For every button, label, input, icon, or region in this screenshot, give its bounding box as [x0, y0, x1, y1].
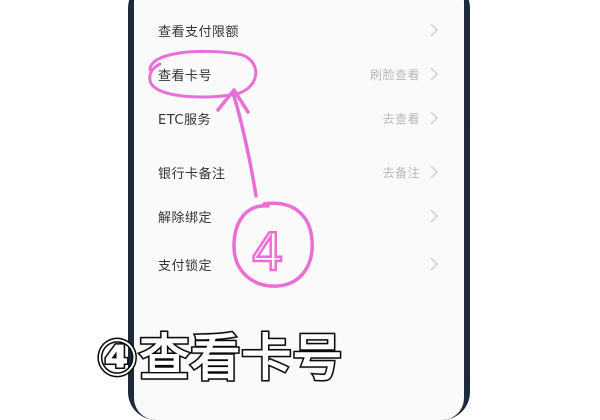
chevron-right-icon	[430, 209, 439, 223]
menu-item-card-number[interactable]: 查看卡号 刷脸查看	[134, 52, 464, 96]
chevron-right-icon	[430, 257, 439, 271]
menu-item-label: 查看卡号	[158, 68, 213, 84]
chevron-right-icon	[430, 111, 439, 125]
menu-item-label: ETC服务	[158, 112, 211, 128]
menu-item-label: 银行卡备注	[158, 166, 226, 182]
menu-item-value: 刷脸查看	[369, 67, 420, 82]
menu-item-etc-service[interactable]: ETC服务 去查看	[134, 96, 464, 140]
step-caption: ④查看卡号	[94, 328, 344, 389]
menu-item-value: 去备注	[382, 165, 420, 180]
menu-item-label: 支付锁定	[158, 258, 213, 274]
chevron-right-icon	[430, 23, 439, 37]
menu-item-label: 查看支付限额	[158, 24, 240, 40]
chevron-right-icon	[430, 165, 439, 179]
menu-item-value: 去查看	[382, 111, 420, 126]
menu-item-unbind[interactable]: 解除绑定	[134, 194, 464, 238]
menu-item-payment-lock[interactable]: 支付锁定	[134, 242, 464, 286]
menu-item-payment-limit[interactable]: 查看支付限额	[134, 8, 464, 52]
menu-item-card-note[interactable]: 银行卡备注 去备注	[134, 150, 464, 194]
menu-item-label: 解除绑定	[158, 210, 213, 226]
chevron-right-icon	[430, 67, 439, 81]
